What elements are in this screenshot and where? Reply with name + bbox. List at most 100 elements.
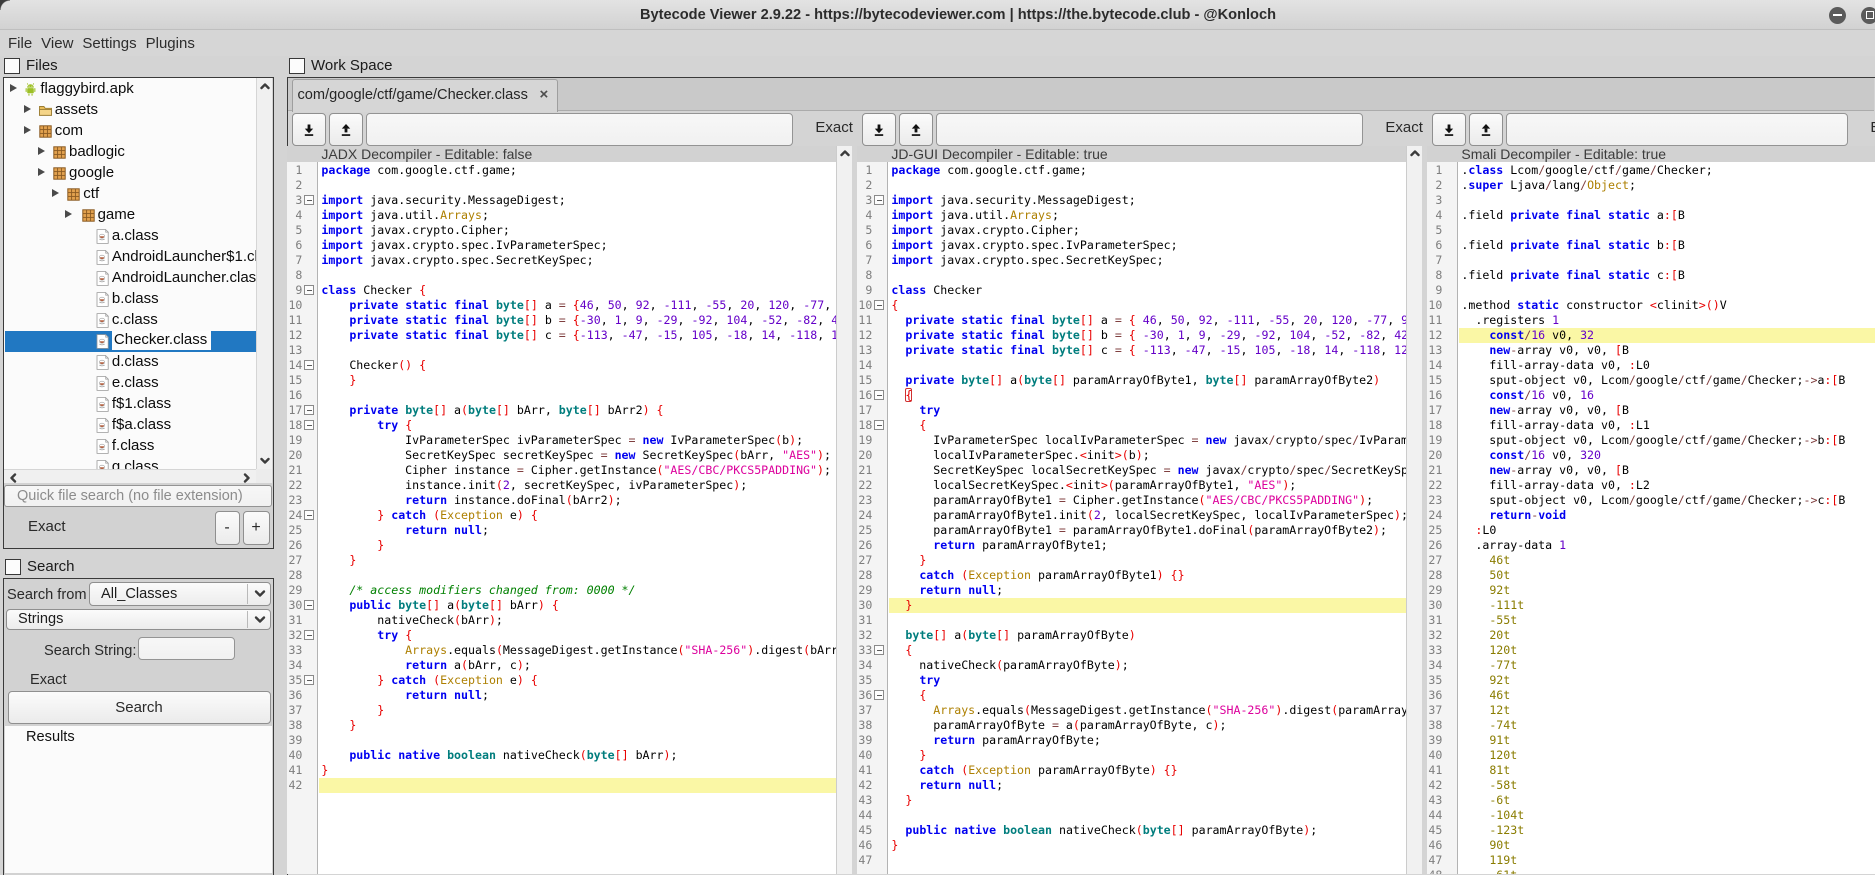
code-editor[interactable]: 1234567891011121314151617181920212223242… (857, 162, 1406, 874)
pane-exact-checkbox[interactable]: Exact (815, 119, 853, 136)
pane-vertical-scrollbar[interactable] (1406, 146, 1422, 874)
search-next-button[interactable] (862, 113, 896, 146)
tree-item-e-class[interactable]: e.class (4, 373, 256, 394)
pane-search-input[interactable] (366, 113, 793, 146)
tree-expander-icon[interactable] (24, 126, 31, 134)
menu-settings[interactable]: Settings (78, 33, 141, 54)
tree-vertical-scrollbar[interactable] (256, 78, 272, 469)
tree-expander-icon[interactable] (24, 105, 31, 113)
tree-expander-icon[interactable] (38, 147, 45, 155)
editor-gutter: 1234567891011121314151617181920212223242… (857, 162, 888, 874)
search-panel-checkbox[interactable] (5, 559, 21, 575)
tree-item-c-class[interactable]: c.class (4, 310, 256, 331)
line-number: 14 (857, 358, 872, 373)
search-previous-button[interactable] (329, 113, 363, 146)
fold-marker-icon[interactable] (304, 195, 314, 205)
search-button[interactable]: Search (8, 691, 271, 724)
code-editor[interactable]: 1234567891011121314151617181920212223242… (287, 162, 836, 874)
fold-marker-icon[interactable] (874, 390, 884, 400)
fold-marker-icon[interactable] (304, 510, 314, 520)
tree-item-badlogic[interactable]: badlogic (4, 142, 256, 163)
tree-expander-icon[interactable] (52, 189, 59, 197)
tree-item-f-class[interactable]: f.class (4, 436, 256, 457)
search-string-input[interactable] (138, 637, 235, 660)
pane-exact-checkbox[interactable]: Exact (1870, 119, 1875, 136)
fold-marker-icon[interactable] (304, 420, 314, 430)
code-editor[interactable]: 1234567891011121314151617181920212223242… (1427, 162, 1875, 874)
maximize-icon[interactable] (1861, 7, 1875, 24)
code-line-9 (1459, 283, 1875, 298)
line-number: 7 (1427, 253, 1442, 268)
menu-file[interactable]: File (4, 33, 37, 54)
tree-item-flaggybird-apk[interactable]: flaggybird.apk (4, 79, 256, 100)
tree-item-f-a-class[interactable]: f$a.class (4, 415, 256, 436)
fold-marker-icon[interactable] (304, 600, 314, 610)
files-exact-checkbox[interactable]: Exact (28, 518, 66, 535)
tree-item-google[interactable]: google (4, 163, 256, 184)
pane-search-input[interactable] (936, 113, 1363, 146)
tree-item-com[interactable]: com (4, 121, 256, 142)
pane-vertical-scrollbar[interactable] (836, 146, 852, 874)
code-line-9: class Checker { (319, 283, 836, 298)
workspace-title: Work Space (289, 57, 392, 74)
package-icon (52, 166, 67, 181)
fold-marker-icon[interactable] (304, 360, 314, 370)
fold-marker-icon[interactable] (304, 285, 314, 295)
quick-file-search-input[interactable]: Quick file search (no file extension) (4, 485, 272, 508)
tree-item-androidlauncher-class[interactable]: AndroidLauncher.class (4, 268, 256, 289)
fold-marker-icon[interactable] (304, 630, 314, 640)
tree-item-assets[interactable]: assets (4, 100, 256, 121)
search-type-dropdown[interactable]: Strings (6, 609, 271, 630)
line-number: 11 (287, 313, 302, 328)
search-previous-button[interactable] (899, 113, 933, 146)
tree-item-label: google (69, 164, 114, 181)
tree-item-f-1-class[interactable]: f$1.class (4, 394, 256, 415)
tree-item-androidlauncher-1-class[interactable]: AndroidLauncher$1.class (4, 247, 256, 268)
title-bar: Bytecode Viewer 2.9.22 - https://bytecod… (0, 0, 1875, 30)
tab-checker-class[interactable]: com/google/ctf/game/Checker.class × (292, 79, 558, 112)
minimize-icon[interactable] (1829, 7, 1846, 24)
fold-marker-icon[interactable] (304, 675, 314, 685)
search-previous-button[interactable] (1469, 113, 1503, 146)
package-icon (52, 145, 67, 160)
tree-expander-icon[interactable] (38, 168, 45, 176)
tree-item-b-class[interactable]: b.class (4, 289, 256, 310)
line-number: 48 (1427, 868, 1442, 874)
line-number: 6 (287, 238, 302, 253)
menu-view[interactable]: View (37, 33, 78, 54)
font-decrease-button[interactable]: - (215, 511, 240, 545)
tree-item-ctf[interactable]: ctf (4, 184, 256, 205)
tree-item-a-class[interactable]: a.class (4, 226, 256, 247)
tree-item-d-class[interactable]: d.class (4, 352, 256, 373)
tree-item-checker-class[interactable]: Checker.class (4, 331, 256, 352)
search-exact-checkbox[interactable]: Exact (30, 672, 67, 688)
decompiler-pane-1: Exact JD-GUI Decompiler - Editable: true… (857, 110, 1422, 874)
line-number: 8 (1427, 268, 1442, 283)
fold-marker-icon[interactable] (874, 420, 884, 430)
search-next-button[interactable] (292, 113, 326, 146)
fold-marker-icon[interactable] (874, 690, 884, 700)
workspace-checkbox[interactable] (289, 58, 305, 74)
fold-marker-icon[interactable] (874, 195, 884, 205)
pane-exact-checkbox[interactable]: Exact (1385, 119, 1423, 136)
tree-expander-icon[interactable] (65, 210, 72, 218)
line-number: 19 (287, 433, 302, 448)
menu-plugins[interactable]: Plugins (141, 33, 199, 54)
tab-close-icon[interactable]: × (540, 86, 549, 103)
search-next-button[interactable] (1432, 113, 1466, 146)
files-panel-checkbox[interactable] (4, 58, 20, 74)
tree-horizontal-scrollbar[interactable] (4, 469, 256, 483)
fold-marker-icon[interactable] (874, 300, 884, 310)
fold-marker-icon[interactable] (874, 645, 884, 655)
search-from-dropdown[interactable]: All_Classes (89, 582, 271, 606)
code-line-11: private static final byte[] b = {-30, 1,… (319, 313, 836, 328)
font-increase-button[interactable]: + (243, 511, 270, 545)
line-number: 8 (287, 268, 302, 283)
tree-item-game[interactable]: game (4, 205, 256, 226)
code-line-34: return a(bArr, c); (319, 658, 836, 673)
tree-item-g-class[interactable]: g.class (4, 457, 256, 470)
fold-marker-icon[interactable] (304, 405, 314, 415)
tree-expander-icon[interactable] (10, 84, 17, 92)
pane-search-input[interactable] (1506, 113, 1848, 146)
code-line-27: } (889, 553, 1406, 568)
